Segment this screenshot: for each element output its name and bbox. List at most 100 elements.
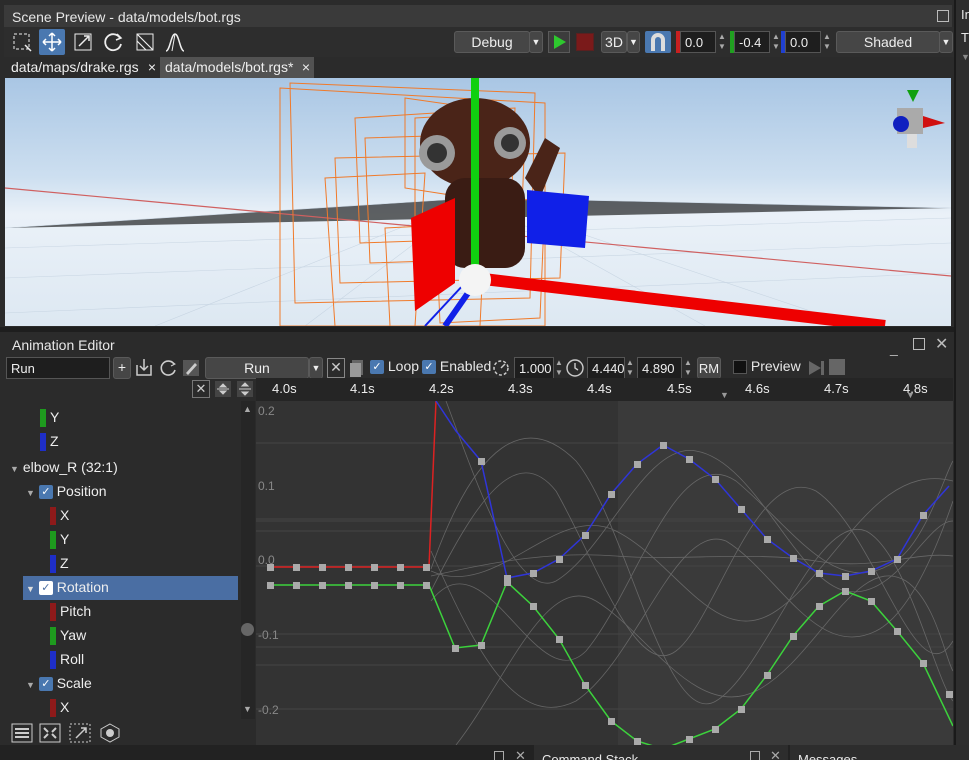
speed-spinner-icon[interactable]: ▲ ▼ — [554, 358, 564, 380]
scale-tool-icon[interactable] — [70, 29, 96, 55]
expand-arrow-icon[interactable]: ▼ — [26, 488, 35, 498]
move-tool-icon[interactable] — [39, 29, 65, 55]
start-time-field[interactable]: 4.440 — [587, 357, 625, 379]
tree-item-z[interactable]: Z — [40, 433, 59, 451]
maximize-icon[interactable] — [937, 10, 949, 22]
tree-item-roll[interactable]: Roll — [50, 651, 84, 669]
clip-dropdown-icon[interactable]: ▼ — [309, 357, 323, 379]
start-spinner-icon[interactable]: ▲ ▼ — [625, 358, 635, 380]
x-value-field[interactable]: 0.0 — [680, 31, 716, 53]
preview-checkbox[interactable]: Preview — [733, 358, 801, 375]
mode-select[interactable]: Debug — [454, 31, 530, 53]
animation-name-field[interactable]: Run — [6, 357, 110, 379]
curve-tool-icon[interactable] — [162, 29, 188, 55]
tree-item-x[interactable]: X — [50, 507, 70, 525]
expand-all-icon[interactable] — [236, 380, 254, 398]
tree-item-x[interactable]: X — [50, 699, 69, 717]
tree-item-yaw[interactable]: Yaw — [50, 627, 86, 645]
delete-clip-icon[interactable]: ✕ — [327, 358, 345, 378]
range-start-marker-icon[interactable]: ▼ — [720, 390, 729, 400]
scroll-thumb[interactable] — [241, 623, 254, 636]
scroll-down-icon[interactable]: ▼ — [243, 704, 252, 714]
fit-view-icon[interactable] — [38, 722, 62, 744]
close-icon[interactable]: ✕ — [515, 748, 526, 760]
tree-item-y[interactable]: Y — [50, 531, 69, 549]
edit-pencil-icon[interactable] — [181, 357, 201, 379]
messages-panel[interactable]: Messages — [790, 745, 969, 760]
tree-item-z[interactable]: Z — [50, 555, 69, 573]
settings-cube-icon[interactable] — [98, 722, 122, 744]
play-button[interactable] — [548, 31, 570, 53]
import-icon[interactable] — [134, 357, 154, 379]
shading-select[interactable]: Shaded — [836, 31, 940, 53]
z-spinner-icon[interactable]: ▲ ▼ — [822, 32, 832, 54]
view-dropdown-icon[interactable]: ▼ — [627, 31, 640, 53]
start-time-value: 4.440 — [592, 361, 625, 376]
maximize-icon[interactable] — [750, 751, 760, 760]
tab-bot[interactable]: data/models/bot.rgs* × — [160, 57, 314, 78]
expand-arrow-icon[interactable]: ▼ — [961, 52, 969, 62]
tree-scrollbar[interactable]: ▲ ▼ — [241, 401, 255, 719]
tree-item-scale[interactable]: ▼ ✓ Scale — [26, 675, 92, 692]
curve-graph[interactable]: 0.2 0.1 0.0 -0.1 -0.2 — [256, 401, 953, 745]
tree-item-rotation[interactable]: ▼ ✓ Rotation — [26, 579, 109, 596]
tree-item-position[interactable]: ▼ ✓ Position — [26, 483, 107, 500]
close-icon[interactable]: ✕ — [770, 748, 781, 760]
splitter[interactable] — [0, 327, 954, 332]
loop-checkbox[interactable]: ✓ Loop — [370, 358, 419, 375]
shading-dropdown-icon[interactable]: ▼ — [939, 31, 953, 53]
y-spinner-icon[interactable]: ▲ ▼ — [771, 32, 781, 54]
3d-viewport[interactable] — [5, 78, 951, 326]
copy-icon[interactable] — [349, 358, 365, 378]
end-time-field[interactable]: 4.890 — [637, 357, 682, 379]
collapse-all-icon[interactable] — [214, 380, 232, 398]
enabled-checkbox[interactable]: ✓ Enabled — [422, 358, 491, 375]
z-color-bar — [50, 555, 56, 573]
view-orientation-cube[interactable] — [893, 90, 945, 148]
tab-drake[interactable]: data/maps/drake.rgs × — [6, 57, 160, 78]
gizmo-x-axis — [474, 272, 886, 326]
clear-filter-icon[interactable]: ✕ — [192, 380, 210, 398]
list-view-icon[interactable] — [10, 722, 34, 744]
maximize-icon[interactable] — [494, 751, 504, 760]
range-end-marker-icon[interactable]: ▼ — [906, 390, 915, 400]
check-icon[interactable]: ✓ — [38, 485, 53, 500]
snap-magnet-icon[interactable] — [645, 31, 671, 53]
maximize-icon[interactable] — [913, 338, 925, 350]
scroll-up-icon[interactable]: ▲ — [243, 404, 252, 414]
preview-stop-icon[interactable] — [829, 359, 845, 375]
bounds-tool-icon[interactable] — [132, 29, 158, 55]
mode-dropdown-icon[interactable]: ▼ — [529, 31, 543, 53]
refresh-icon[interactable] — [158, 357, 178, 379]
z-value-field[interactable]: 0.0 — [785, 31, 821, 53]
minimize-icon[interactable]: _ — [890, 340, 902, 356]
close-icon[interactable]: × — [302, 59, 310, 75]
select-tool-icon[interactable] — [9, 29, 35, 55]
tree-item-pitch[interactable]: Pitch — [50, 603, 91, 621]
expand-arrow-icon[interactable]: ▼ — [26, 584, 35, 594]
check-icon[interactable]: ✓ — [38, 677, 53, 692]
mode-select-value: Debug — [471, 34, 513, 50]
add-icon[interactable]: + — [113, 357, 131, 379]
zoom-region-icon[interactable] — [68, 722, 92, 744]
tree-item-y[interactable]: Y — [40, 409, 59, 427]
curve-svg[interactable] — [256, 401, 953, 745]
command-stack-panel[interactable]: Command Stack ✕ — [534, 745, 788, 760]
stop-button[interactable] — [576, 33, 594, 51]
expand-arrow-icon[interactable]: ▼ — [10, 464, 19, 474]
clip-select[interactable]: Run — [205, 357, 309, 379]
speed-field[interactable]: 1.000 — [514, 357, 554, 379]
tree-item-label: X — [60, 507, 70, 523]
preview-play-icon[interactable] — [806, 358, 826, 378]
y-value-field[interactable]: -0.4 — [734, 31, 770, 53]
view-select[interactable]: 3D — [601, 31, 627, 53]
root-motion-button[interactable]: RM — [697, 357, 721, 379]
end-spinner-icon[interactable]: ▲ ▼ — [683, 358, 693, 380]
expand-arrow-icon[interactable]: ▼ — [26, 680, 35, 690]
close-icon[interactable]: × — [148, 59, 156, 75]
rotate-tool-icon[interactable] — [101, 29, 127, 55]
tree-item-elbow[interactable]: ▼ elbow_R (32:1) — [10, 459, 118, 475]
close-icon[interactable]: ✕ — [935, 334, 948, 354]
check-icon[interactable]: ✓ — [38, 581, 53, 596]
x-spinner-icon[interactable]: ▲ ▼ — [717, 32, 727, 54]
